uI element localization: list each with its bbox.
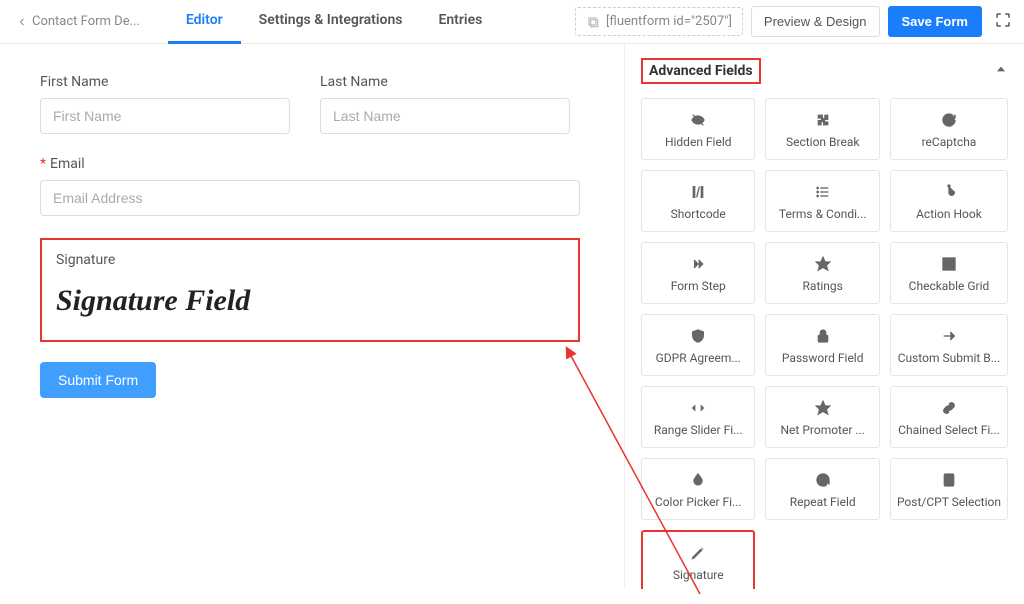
main-area: First Name Last Name *Email Signature Si… — [0, 44, 1024, 589]
email-input[interactable] — [40, 180, 580, 216]
back-label: Contact Form De... — [32, 14, 140, 29]
field-grid: Hidden Field Section Break reCaptcha Sho… — [641, 98, 1008, 589]
signature-field[interactable]: Signature Signature Field — [40, 238, 580, 342]
puzzle-icon — [772, 111, 872, 129]
field-password[interactable]: Password Field — [765, 314, 879, 376]
submit-button[interactable]: Submit Form — [40, 362, 156, 398]
tab-entries[interactable]: Entries — [420, 0, 500, 44]
field-checkable-grid[interactable]: Checkable Grid — [890, 242, 1008, 304]
section-header[interactable]: Advanced Fields — [641, 58, 1008, 84]
eye-slash-icon — [648, 111, 748, 129]
field-shortcode[interactable]: Shortcode — [641, 170, 755, 232]
step-icon — [648, 255, 748, 273]
save-button[interactable]: Save Form — [888, 6, 982, 37]
chevron-up-icon[interactable] — [994, 62, 1008, 80]
brackets-icon — [648, 183, 748, 201]
last-name-input[interactable] — [320, 98, 570, 134]
shortcode-text: [fluentform id="2507"] — [606, 14, 732, 29]
shield-icon — [648, 327, 748, 345]
field-gdpr[interactable]: GDPR Agreem... — [641, 314, 755, 376]
lock-icon — [772, 327, 872, 345]
field-custom-submit[interactable]: Custom Submit B... — [890, 314, 1008, 376]
star-icon — [772, 399, 872, 417]
section-title: Advanced Fields — [641, 58, 761, 84]
last-name-group: Last Name — [320, 74, 570, 134]
email-group: *Email — [40, 156, 580, 216]
preview-button[interactable]: Preview & Design — [751, 6, 880, 37]
name-row: First Name Last Name — [40, 74, 584, 134]
hook-icon — [897, 183, 1001, 201]
toolbar-right: [fluentform id="2507"] Preview & Design … — [575, 6, 1016, 37]
grid-icon — [897, 255, 1001, 273]
field-hidden[interactable]: Hidden Field — [641, 98, 755, 160]
first-name-label: First Name — [40, 74, 290, 90]
email-label: *Email — [40, 156, 580, 172]
repeat-icon — [772, 471, 872, 489]
field-signature[interactable]: Signature — [641, 530, 755, 589]
tab-settings[interactable]: Settings & Integrations — [241, 0, 421, 44]
signature-label: Signature — [56, 252, 564, 268]
fullscreen-icon[interactable] — [990, 7, 1016, 37]
droplet-icon — [648, 471, 748, 489]
back-link[interactable]: Contact Form De... — [8, 14, 148, 29]
recaptcha-icon — [897, 111, 1001, 129]
toolbar-left: Contact Form De... Editor Settings & Int… — [8, 0, 500, 44]
shortcode-box[interactable]: [fluentform id="2507"] — [575, 7, 743, 36]
first-name-input[interactable] — [40, 98, 290, 134]
required-star: * — [40, 156, 46, 172]
field-chained-select[interactable]: Chained Select Fi... — [890, 386, 1008, 448]
field-section-break[interactable]: Section Break — [765, 98, 879, 160]
tabs: Editor Settings & Integrations Entries — [168, 0, 500, 44]
field-repeat[interactable]: Repeat Field — [765, 458, 879, 520]
slider-icon — [648, 399, 748, 417]
field-ratings[interactable]: Ratings — [765, 242, 879, 304]
field-form-step[interactable]: Form Step — [641, 242, 755, 304]
fields-sidebar: Advanced Fields Hidden Field Section Bre… — [624, 44, 1024, 589]
field-recaptcha[interactable]: reCaptcha — [890, 98, 1008, 160]
field-post-cpt[interactable]: Post/CPT Selection — [890, 458, 1008, 520]
tab-editor[interactable]: Editor — [168, 0, 241, 44]
document-icon — [897, 471, 1001, 489]
field-nps[interactable]: Net Promoter ... — [765, 386, 879, 448]
last-name-label: Last Name — [320, 74, 570, 90]
star-icon — [772, 255, 872, 273]
editor-canvas: First Name Last Name *Email Signature Si… — [0, 44, 624, 589]
arrow-right-icon — [897, 327, 1001, 345]
field-action-hook[interactable]: Action Hook — [890, 170, 1008, 232]
signature-value: Signature Field — [56, 284, 564, 318]
field-terms[interactable]: Terms & Condi... — [765, 170, 879, 232]
pen-icon — [649, 544, 747, 562]
field-range-slider[interactable]: Range Slider Fi... — [641, 386, 755, 448]
list-icon — [772, 183, 872, 201]
field-color-picker[interactable]: Color Picker Fi... — [641, 458, 755, 520]
first-name-group: First Name — [40, 74, 290, 134]
top-toolbar: Contact Form De... Editor Settings & Int… — [0, 0, 1024, 44]
link-icon — [897, 399, 1001, 417]
